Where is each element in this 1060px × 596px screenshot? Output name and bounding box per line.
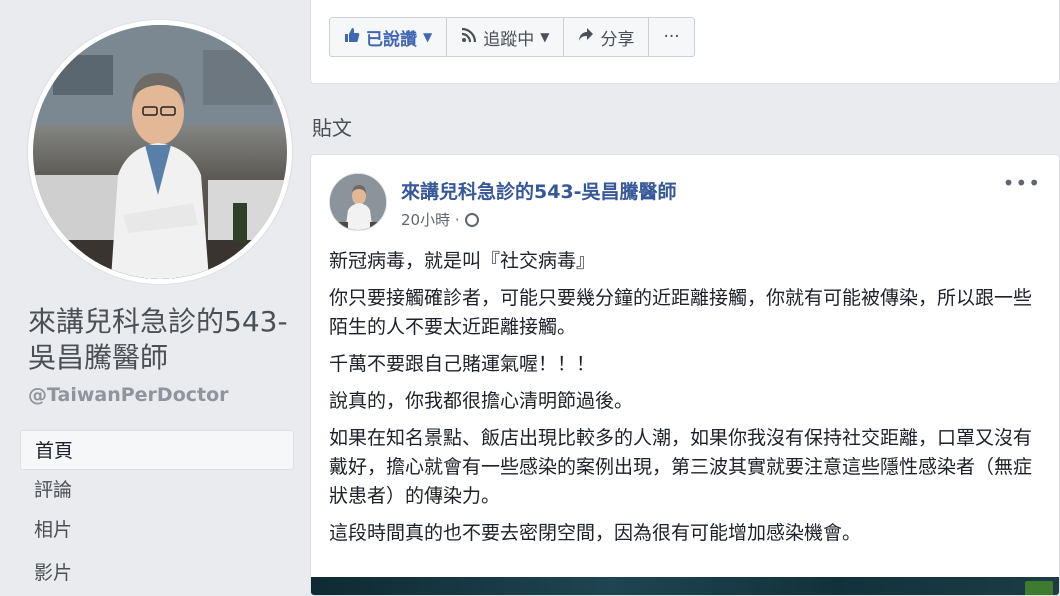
liked-button[interactable]: 已說讚 ▼ [329, 17, 448, 57]
post-meta: 20小時 · [401, 209, 479, 230]
following-label: 追蹤中 [483, 29, 535, 50]
page-name[interactable]: 來講兒科急診的543-吳昌騰醫師 [28, 304, 298, 376]
following-button[interactable]: 追蹤中 ▼ [446, 17, 565, 57]
nav-item-videos[interactable]: 影片 [20, 550, 294, 582]
post-paragraph: 你只要接觸確診者，可能只要幾分鐘的近距離接觸，你就有可能被傳染，所以跟一些陌生的… [329, 287, 1033, 338]
post-paragraph: 說真的，你我都很擔心清明節過後。 [329, 390, 634, 412]
share-label: 分享 [600, 29, 635, 50]
liked-label: 已說讚 [366, 29, 417, 50]
thumbs-up-icon [344, 27, 360, 48]
page-handle[interactable]: @TaiwanPerDoctor [28, 384, 229, 406]
post-image[interactable] [311, 577, 1059, 595]
post-author-avatar[interactable] [329, 173, 387, 231]
media-badge-icon [1025, 581, 1053, 595]
profile-photo [33, 25, 287, 279]
post-paragraph: 如果在知名景點、飯店出現比較多的人潮，如果你我沒有保持社交距離，口罩又沒有戴好，… [329, 427, 1033, 507]
share-arrow-icon [578, 27, 594, 48]
posts-section-title: 貼文 [312, 116, 352, 140]
post-author-name[interactable]: 來講兒科急診的543-吳昌騰醫師 [401, 177, 677, 204]
caret-down-icon: ▼ [423, 30, 433, 44]
profile-picture[interactable] [28, 20, 292, 284]
nav-item-home[interactable]: 首頁 [20, 430, 294, 470]
post-options-button[interactable]: ••• [1003, 171, 1041, 195]
rss-icon [461, 27, 477, 48]
post-timestamp[interactable]: 20小時 [401, 209, 450, 230]
action-button-group: 已說讚 ▼ 追蹤中 ▼ 分享 ··· [329, 17, 695, 57]
post-text: 新冠病毒，就是叫『社交病毒』 你只要接觸確診者，可能只要幾分鐘的近距離接觸，你就… [329, 247, 1039, 556]
page-actions-card: 已說讚 ▼ 追蹤中 ▼ 分享 ··· [310, 0, 1060, 84]
more-options-button[interactable]: ··· [648, 17, 695, 57]
more-label: ··· [663, 27, 680, 47]
post-card: 來講兒科急診的543-吳昌騰醫師 20小時 · ••• 新冠病毒，就是叫『社交病… [310, 154, 1060, 596]
post-paragraph: 這段時間真的也不要去密閉空間，因為很有可能增加感染機會。 [329, 522, 862, 544]
nav-item-reviews[interactable]: 評論 [20, 470, 294, 510]
globe-icon [464, 212, 479, 227]
post-paragraph: 新冠病毒，就是叫『社交病毒』 [329, 250, 596, 272]
nav-item-photos[interactable]: 相片 [20, 510, 294, 550]
page-nav: 首頁 評論 相片 影片 [20, 430, 294, 582]
caret-down-icon: ▼ [540, 30, 550, 44]
post-paragraph: 千萬不要跟自己賭運氣喔！！！ [329, 353, 596, 375]
share-button[interactable]: 分享 [563, 17, 650, 57]
